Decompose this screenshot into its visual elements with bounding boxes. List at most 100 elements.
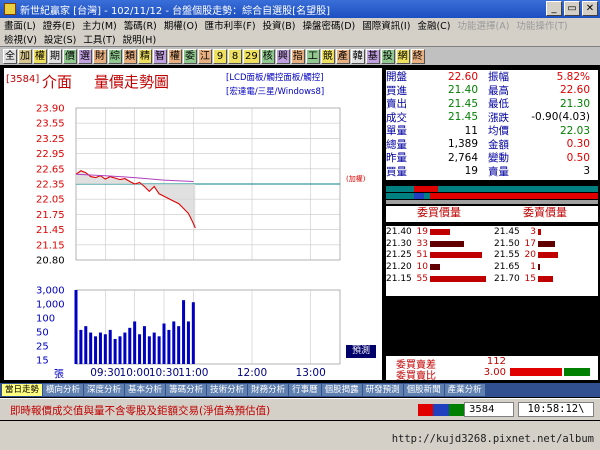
volume-tick-label: 25 xyxy=(36,342,49,353)
analysis-tab[interactable]: 研發預測 xyxy=(362,384,403,396)
close-button[interactable]: ✕ xyxy=(582,1,598,16)
toolbar-button[interactable]: 權 xyxy=(168,48,182,64)
bid-row[interactable]: 21.15 55 xyxy=(386,273,490,285)
menu-item[interactable]: 功能選擇(A) xyxy=(457,18,509,32)
depth-price: 21.20 xyxy=(386,262,412,273)
analysis-tab[interactable]: 籌碼分析 xyxy=(166,384,207,396)
toolbar-button[interactable]: 委 xyxy=(183,48,197,64)
quote-row: 買進 21.40 最高 22.60 xyxy=(386,84,598,98)
bid-row[interactable]: 21.30 33 xyxy=(386,238,490,250)
main-area: [3584] 介面 量價走勢圖 [LCD面板/觸控面板/觸控] [宏達電/三星/… xyxy=(0,66,600,382)
analysis-tab[interactable]: 個股揭露 xyxy=(321,384,362,396)
depth-bar xyxy=(538,264,540,271)
toolbar-button[interactable]: 網 xyxy=(395,48,410,64)
buy-sell-strength-bar xyxy=(386,186,598,204)
toolbar-button[interactable]: 加 xyxy=(18,48,32,64)
menu-item[interactable]: 匯市利率(F) xyxy=(205,18,256,32)
watermark-url: http://kujd3268.pixnet.net/album xyxy=(391,433,594,445)
depth-price: 21.70 xyxy=(494,274,520,285)
menu-item[interactable]: 設定(S) xyxy=(44,32,76,46)
toolbar-button[interactable]: 江 xyxy=(198,48,212,64)
toolbar-button[interactable]: 價 xyxy=(63,48,77,64)
volume-bar xyxy=(142,326,146,364)
toolbar-button[interactable]: 競 xyxy=(320,48,335,64)
toolbar-button[interactable]: 工 xyxy=(305,48,320,64)
ask-row[interactable]: 21.70 15 xyxy=(494,273,598,285)
toolbar-button[interactable]: 8 xyxy=(228,48,242,64)
bid-row[interactable]: 21.25 51 xyxy=(386,250,490,262)
price-tick-label: 21.45 xyxy=(36,225,65,236)
analysis-tab[interactable]: 技術分析 xyxy=(207,384,248,396)
toolbar-button[interactable]: 智 xyxy=(153,48,167,64)
analysis-tabs: 當日走勢 橫向分析 深度分析 基本分析 籌碼分析 技術分析 財務分析 行事曆 個股揭露 研發預測個… xyxy=(0,383,600,397)
menu-item[interactable]: 主力(M) xyxy=(82,18,117,32)
depth-qty: 20 xyxy=(524,250,536,261)
toolbar-button[interactable]: 產 xyxy=(335,48,350,64)
menu-item[interactable]: 畫面(L) xyxy=(4,18,36,32)
menu-row-secondary: 檢視(V) 設定(S) 工具(T) 說明(H) xyxy=(0,32,600,46)
status-stock-code[interactable]: 3584 xyxy=(464,402,514,417)
toolbar-button[interactable]: 綜 xyxy=(108,48,122,64)
toolbar-button[interactable]: 權 xyxy=(33,48,47,64)
menu-item[interactable]: 操盤密碼(D) xyxy=(302,18,355,32)
depth-qty: 1 xyxy=(530,262,536,273)
analysis-tab[interactable]: 行事曆 xyxy=(289,384,321,396)
price-tick-label: 23.55 xyxy=(36,119,65,130)
ask-header: 委賣價量 xyxy=(523,206,567,219)
toolbar-button[interactable]: 財 xyxy=(93,48,107,64)
menu-item[interactable]: 工具(T) xyxy=(83,32,115,46)
toolbar-button[interactable]: 終 xyxy=(410,48,425,64)
depth-qty: 15 xyxy=(524,274,536,285)
menu-item[interactable]: 期權(O) xyxy=(164,18,198,32)
analysis-tab[interactable]: 個股新聞 xyxy=(403,384,444,396)
ask-row[interactable]: 21.50 17 xyxy=(494,238,598,250)
menu-item[interactable]: 證券(E) xyxy=(43,18,75,32)
depth-price: 21.55 xyxy=(494,250,520,261)
toolbar-button[interactable]: 精 xyxy=(138,48,152,64)
toolbar-button[interactable]: 興 xyxy=(275,48,290,64)
depth-bar xyxy=(538,240,556,247)
toolbar-button[interactable]: 韓 xyxy=(350,48,365,64)
analysis-tab[interactable]: 產業分析 xyxy=(444,384,485,396)
menu-item[interactable]: 投資(B) xyxy=(263,18,296,32)
toolbar-button[interactable]: 全 xyxy=(3,48,17,64)
price-tick-label: 21.15 xyxy=(36,240,65,251)
analysis-tab[interactable]: 深度分析 xyxy=(84,384,125,396)
ask-row[interactable]: 21.45 3 xyxy=(494,226,598,238)
menu-item[interactable]: 功能操作(T) xyxy=(516,18,567,32)
menu-item[interactable]: 檢視(V) xyxy=(4,32,37,46)
menu-item[interactable]: 籌碼(R) xyxy=(124,18,157,32)
toolbar-button[interactable]: 指 xyxy=(290,48,305,64)
toolbar-button[interactable]: 核 xyxy=(260,48,275,64)
toolbar-button[interactable]: 選 xyxy=(78,48,92,64)
toolbar-button[interactable]: 29 xyxy=(243,48,260,64)
menu-item[interactable]: 金融(C) xyxy=(417,18,450,32)
menu-item[interactable]: 說明(H) xyxy=(123,32,157,46)
minimize-button[interactable]: _ xyxy=(546,1,562,16)
bid-row[interactable]: 21.40 19 xyxy=(386,226,490,238)
maximize-button[interactable]: ▭ xyxy=(564,1,580,16)
toolbar-button[interactable]: 投 xyxy=(380,48,395,64)
menu-item[interactable]: 國際資訊(I) xyxy=(362,18,410,32)
quote-value: 22.03 xyxy=(559,124,590,137)
analysis-tab[interactable]: 當日走勢 xyxy=(2,384,43,396)
time-label: 12:00 xyxy=(237,367,267,379)
status-message: 即時報價成交值與量不含零股及鉅額交易(淨值為預估值) xyxy=(10,405,271,417)
ask-row[interactable]: 21.55 20 xyxy=(494,250,598,262)
toolbar-button[interactable]: 類 xyxy=(123,48,137,64)
analysis-tab[interactable]: 財務分析 xyxy=(248,384,289,396)
volume-bar xyxy=(103,334,107,364)
price-volume-chart[interactable]: 23.90 23.55 23.25 22.95 22.65 22.35 22.05 21.75… xyxy=(4,68,382,381)
bid-row[interactable]: 21.20 10 xyxy=(386,261,490,273)
analysis-tab[interactable]: 基本分析 xyxy=(125,384,166,396)
ask-row[interactable]: 21.65 1 xyxy=(494,261,598,273)
volume-tick-label: 3,000 xyxy=(36,286,65,297)
depth-bar xyxy=(430,264,441,271)
toolbar-button[interactable]: 基 xyxy=(365,48,380,64)
price-tick-label: 20.80 xyxy=(36,256,65,267)
status-bar: 即時報價成交值與量不含零股及鉅額交易(淨值為預估值) 3584 10:58:12… xyxy=(0,398,600,420)
toolbar-button[interactable]: 9 xyxy=(213,48,227,64)
analysis-tab[interactable]: 橫向分析 xyxy=(43,384,84,396)
toolbar-button[interactable]: 期 xyxy=(48,48,62,64)
forecast-button[interactable]: 預測 xyxy=(346,345,376,358)
